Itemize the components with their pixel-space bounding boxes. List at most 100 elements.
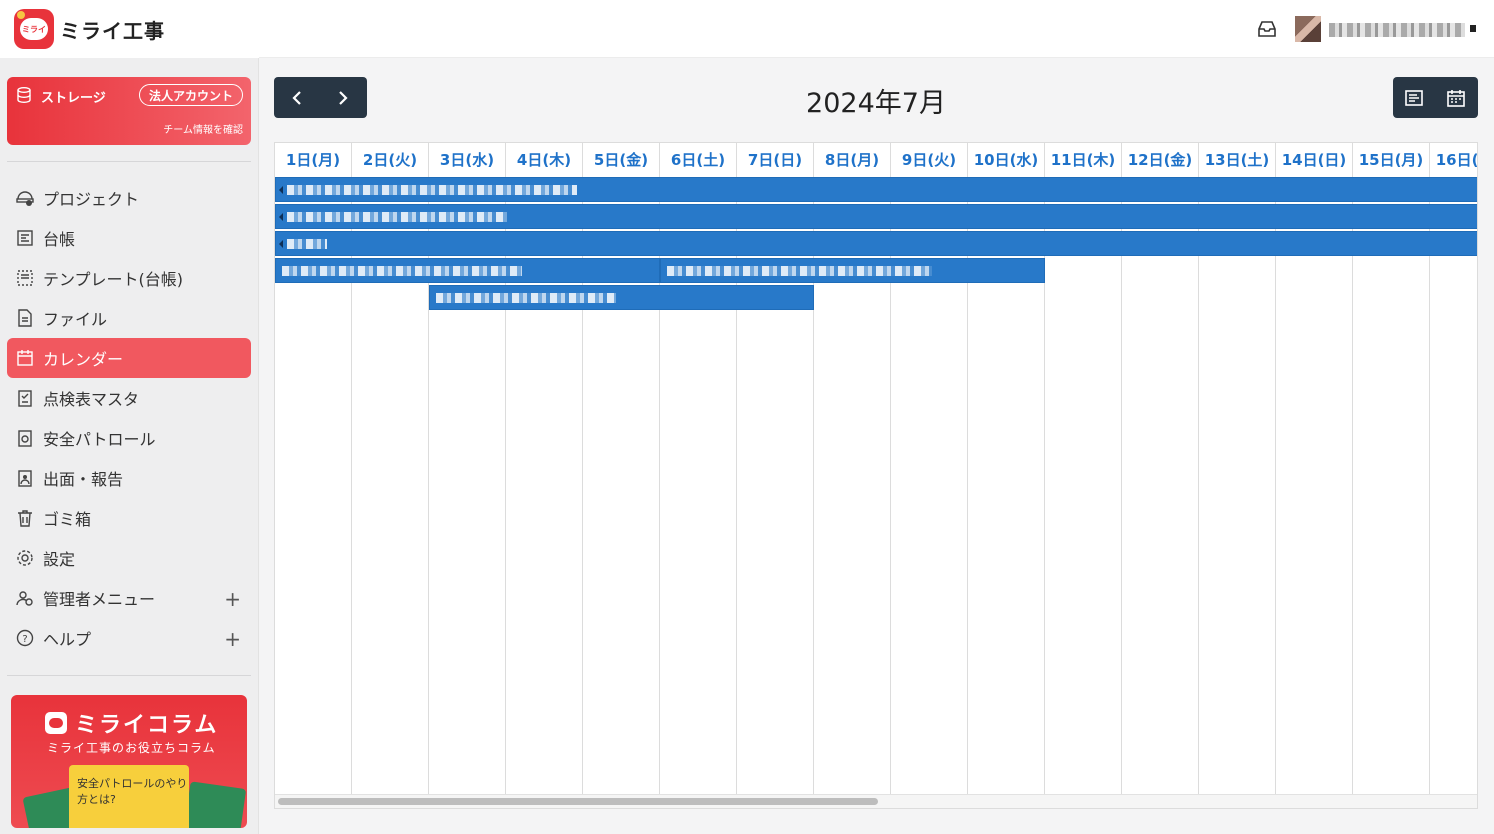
day-column[interactable] [1430,176,1477,808]
day-header[interactable]: 5日(金) [583,143,660,176]
event-title-redacted [287,239,327,249]
patrol-icon [15,428,35,448]
file-icon [15,308,35,328]
expand-plus-icon[interactable]: + [224,587,241,611]
sidebar-item-label: テンプレート(台帳) [43,270,184,289]
month-nav-group [274,77,367,118]
day-header[interactable]: 3日(水) [429,143,506,176]
calendar-view-icon [1447,89,1465,107]
sidebar-item-settings[interactable]: 設定 [7,538,251,578]
trash-icon [15,508,35,528]
team-info-link[interactable]: チーム情報を確認 [163,121,243,136]
view-toggle-group [1393,77,1478,118]
inbox-icon[interactable] [1257,20,1277,38]
user-name-redacted[interactable] [1329,23,1465,37]
event-title-redacted [287,212,507,222]
calendar-event[interactable] [275,258,660,283]
day-header[interactable]: 9日(火) [891,143,968,176]
sidebar-item-label: 設定 [43,550,76,569]
sidebar-item-checklist-master[interactable]: 点検表マスタ [7,378,251,418]
sidebar-item-label: カレンダー [43,350,124,369]
sidebar-item-file[interactable]: ファイル [7,298,251,338]
day-header[interactable]: 13日(土) [1199,143,1276,176]
sidebar-nav: プロジェクト 台帳 テンプレート(台帳) ファイル カレンダー 点検表マスタ 安… [7,178,251,658]
sidebar-item-report[interactable]: 出面・報告 [7,458,251,498]
continues-before-icon [279,213,283,221]
list-view-button[interactable] [1393,77,1435,118]
storage-label: ストレージ [41,91,106,106]
day-header[interactable]: 16日(火) [1430,143,1477,176]
horizontal-scrollbar[interactable] [275,794,1477,808]
sidebar-item-trash[interactable]: ゴミ箱 [7,498,251,538]
checklist-icon [15,388,35,408]
storage-card[interactable]: ストレージ 法人アカウント チーム情報を確認 [7,77,251,145]
list-view-icon [1405,89,1423,106]
calendar-event[interactable] [275,177,1477,202]
featured-article-card: 安全パトロールのやり方とは? [69,765,189,828]
day-header[interactable]: 1日(月) [275,143,352,176]
mirai-column-banner[interactable]: ミライコラム ミライ工事のお役立ちコラム 安全パトロールのやり方とは? [11,695,247,828]
template-icon [15,268,35,288]
expand-plus-icon[interactable]: + [224,627,241,651]
day-header[interactable]: 7日(日) [737,143,814,176]
app-title[interactable]: ミライ工事 [60,15,165,44]
ledger-icon [15,228,35,248]
sidebar: ミライ ミライ工事 ストレージ 法人アカウント チーム情報を確認 プロジェクト … [0,0,259,834]
sidebar-item-template[interactable]: テンプレート(台帳) [7,258,251,298]
day-column[interactable] [1353,176,1430,808]
database-icon [17,87,31,103]
sidebar-item-label: ファイル [43,310,108,329]
day-column[interactable] [1199,176,1276,808]
day-column[interactable] [1122,176,1199,808]
calendar-event[interactable] [275,204,1477,229]
event-title-redacted [667,266,932,276]
user-menu-caret-icon[interactable] [1470,25,1476,32]
prev-month-button[interactable] [274,77,320,118]
day-header[interactable]: 2日(火) [352,143,429,176]
sidebar-item-safety-patrol[interactable]: 安全パトロール [7,418,251,458]
day-header[interactable]: 11日(木) [1045,143,1122,176]
app-logo-icon[interactable]: ミライ [14,9,54,49]
sidebar-divider [7,675,251,676]
sidebar-item-label: プロジェクト [43,190,140,209]
sidebar-divider [7,161,251,162]
calendar-icon [15,348,35,368]
event-title-redacted [436,293,616,303]
calendar-view-button[interactable] [1435,77,1477,118]
day-header[interactable]: 14日(日) [1276,143,1353,176]
sidebar-item-project[interactable]: プロジェクト [7,178,251,218]
calendar-event[interactable] [429,285,814,310]
project-icon [15,188,35,208]
calendar-toolbar: 2024年7月 [274,77,1478,119]
day-column[interactable] [1276,176,1353,808]
sidebar-item-calendar[interactable]: カレンダー [7,338,251,378]
continues-before-icon [279,186,283,194]
banner-title: ミライコラム [45,707,218,739]
day-header[interactable]: 8日(月) [814,143,891,176]
day-header[interactable]: 15日(月) [1353,143,1430,176]
next-month-button[interactable] [320,77,366,118]
event-title-redacted [282,266,522,276]
sidebar-item-ledger[interactable]: 台帳 [7,218,251,258]
sidebar-item-label: 安全パトロール [43,430,156,449]
corporate-account-badge: 法人アカウント [139,84,244,106]
gear-icon [15,548,35,568]
logo-bar: ミライ ミライ工事 [0,0,259,58]
avatar[interactable] [1295,16,1321,42]
continues-before-icon [279,240,283,248]
scrollbar-thumb[interactable] [278,798,878,805]
day-header[interactable]: 4日(木) [506,143,583,176]
sidebar-item-label: 点検表マスタ [43,390,140,409]
sidebar-item-label: ヘルプ [43,630,92,649]
day-header[interactable]: 10日(水) [968,143,1045,176]
calendar-event[interactable] [275,231,1477,256]
svg-text:?: ? [22,634,27,645]
day-column[interactable] [1045,176,1122,808]
sidebar-item-admin-menu[interactable]: 管理者メニュー + [7,578,251,618]
day-header[interactable]: 12日(金) [1122,143,1199,176]
sidebar-item-label: ゴミ箱 [43,510,92,529]
calendar-event[interactable] [660,258,1045,283]
sidebar-item-label: 出面・報告 [43,470,124,489]
sidebar-item-help[interactable]: ? ヘルプ + [7,618,251,658]
day-header[interactable]: 6日(土) [660,143,737,176]
